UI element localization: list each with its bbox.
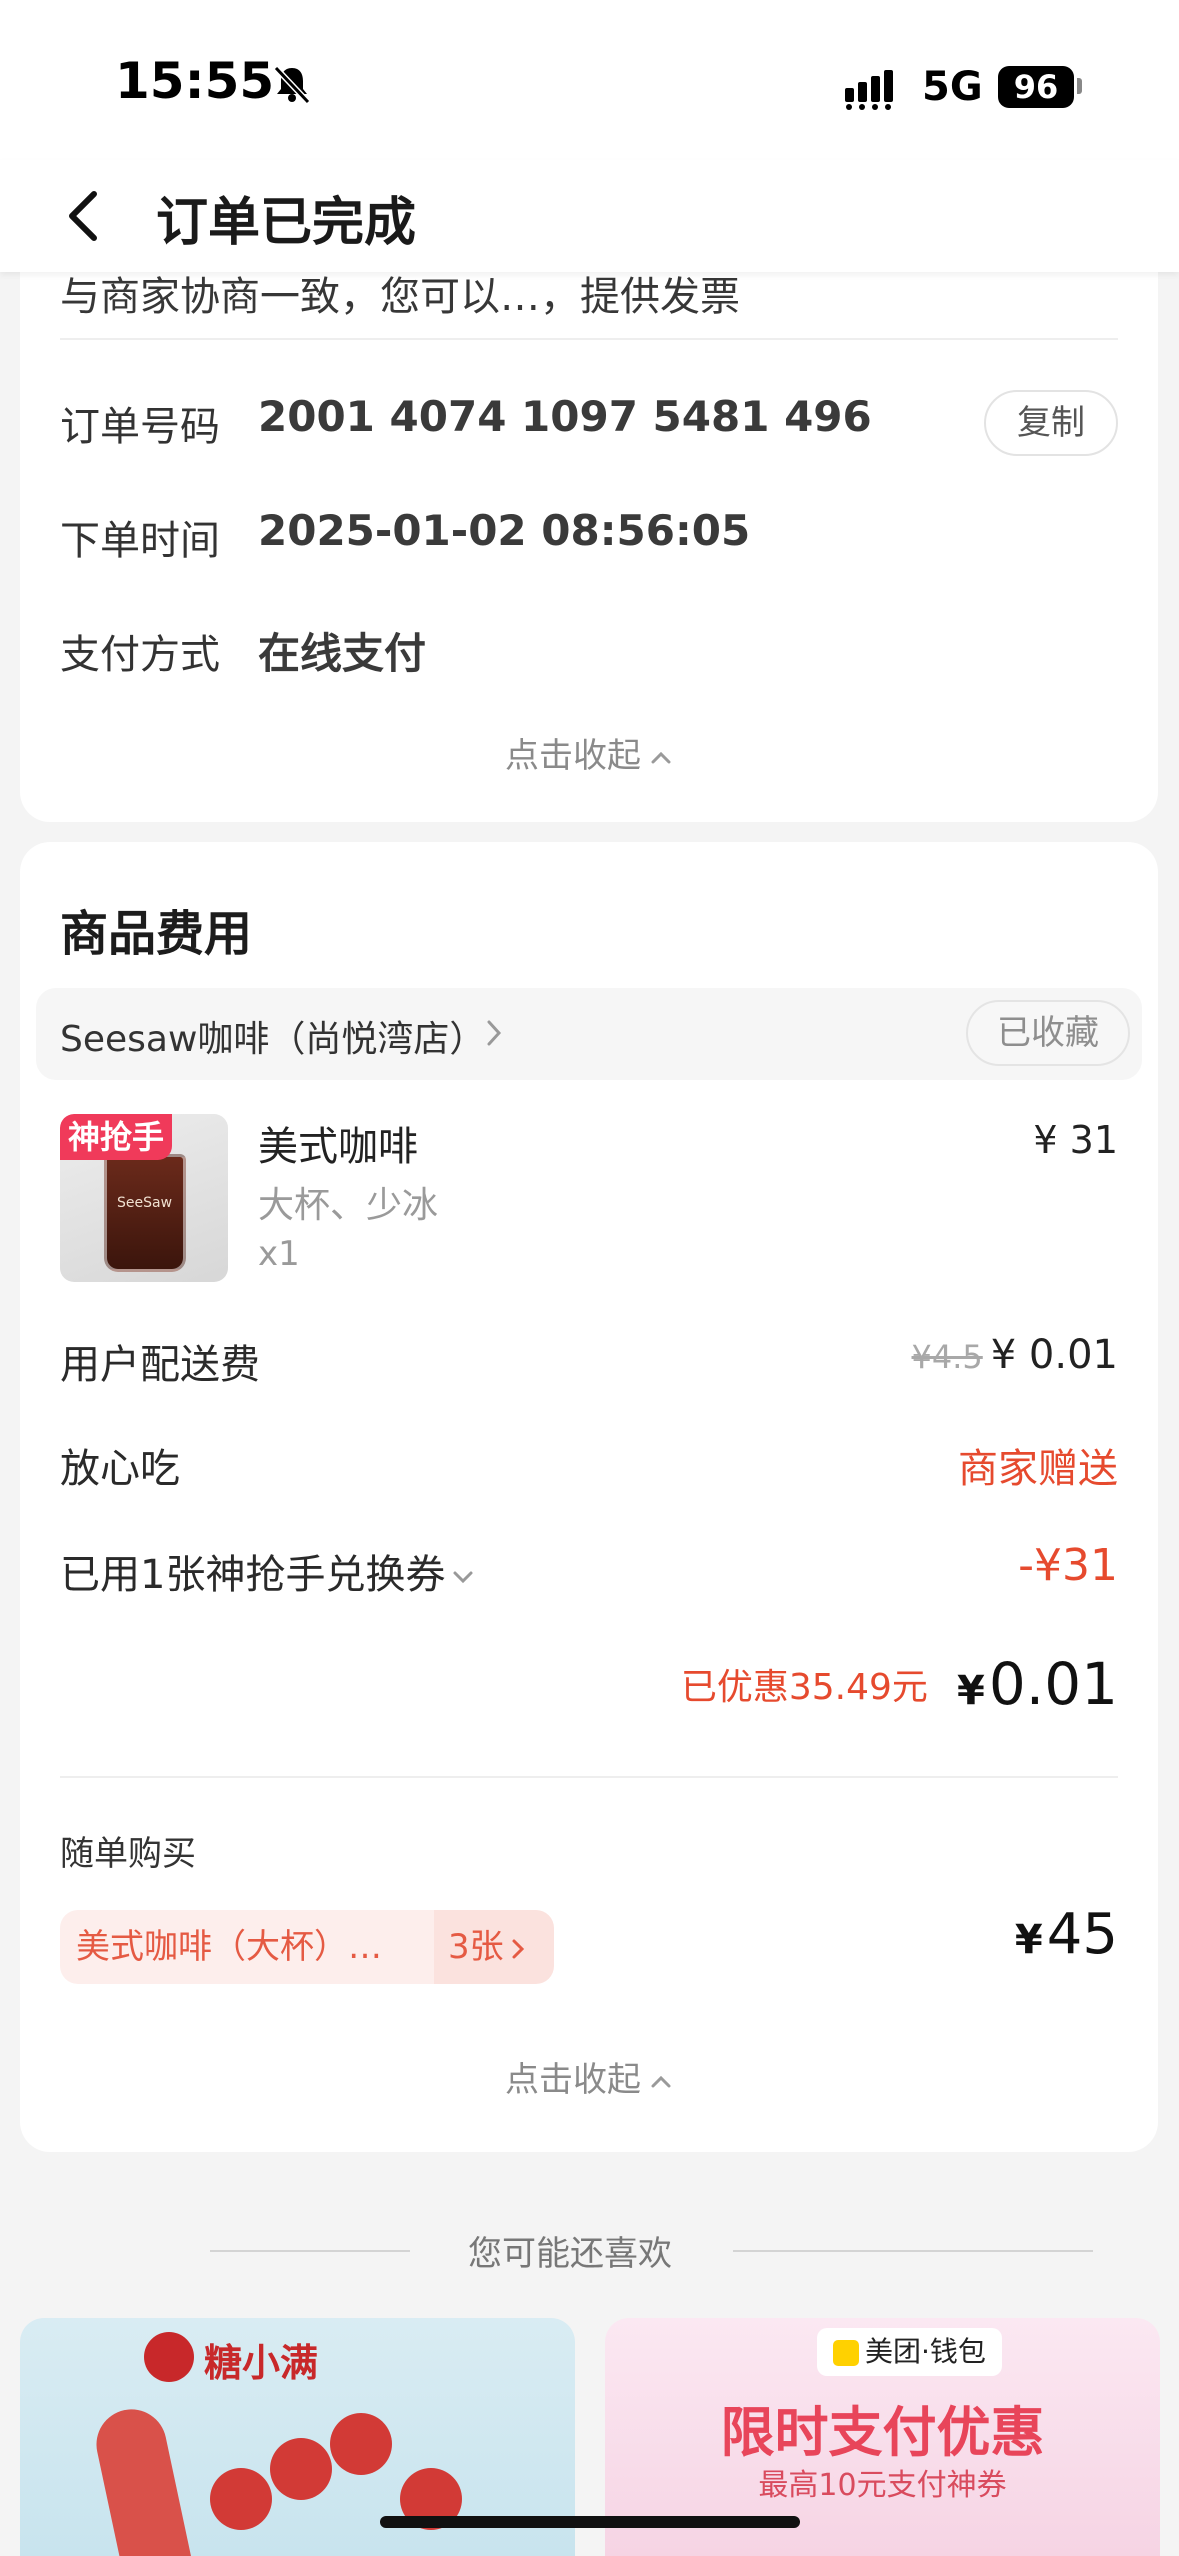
chevron-right-icon bbox=[487, 1020, 502, 1046]
chevron-down-icon bbox=[453, 1571, 473, 1584]
pay-method-label: 支付方式 bbox=[60, 632, 220, 678]
fees-card: 商品费用 Seesaw咖啡（尚悦湾店） 已收藏 SeeSaw 神抢手 美式咖啡 … bbox=[20, 842, 1158, 2152]
addon-price-value: 45 bbox=[1046, 1902, 1118, 1967]
nav-bar: 订单已完成 bbox=[0, 160, 1179, 272]
addon-item[interactable]: 美式咖啡（大杯）… bbox=[60, 1910, 434, 1984]
coupon-value: -¥31 bbox=[1018, 1540, 1118, 1591]
assurance-label: 放心吃 bbox=[60, 1446, 180, 1492]
collapse-label: 点击收起 bbox=[505, 736, 641, 776]
delivery-fee: ¥4.5 ¥ 0.01 bbox=[912, 1332, 1118, 1378]
total-line: 已优惠35.49元 ¥0.01 bbox=[681, 1650, 1118, 1718]
total-price: ¥0.01 bbox=[957, 1650, 1118, 1718]
status-bar: 15:55 5G 96 bbox=[0, 0, 1179, 160]
order-time-value: 2025-01-02 08:56:05 bbox=[258, 506, 751, 555]
home-indicator bbox=[380, 2516, 800, 2528]
chevron-right-icon bbox=[512, 1939, 524, 1958]
collapse-label: 点击收起 bbox=[505, 2060, 641, 2100]
total-value: 0.01 bbox=[988, 1650, 1118, 1718]
delivery-price: ¥ 0.01 bbox=[990, 1332, 1118, 1378]
chevron-up-icon bbox=[651, 2075, 671, 2087]
divider bbox=[60, 338, 1118, 340]
tanghulu-image bbox=[89, 2402, 201, 2556]
signal-icon bbox=[845, 70, 893, 110]
section-title: 商品费用 bbox=[60, 906, 253, 962]
store-bar: Seesaw咖啡（尚悦湾店） 已收藏 bbox=[36, 988, 1142, 1080]
fruit-image bbox=[270, 2438, 332, 2500]
bell-muted-icon bbox=[273, 65, 311, 105]
wallet-tag: 美团·钱包 bbox=[817, 2328, 1002, 2376]
coupon-label: 已用1张神抢手兑换券 bbox=[60, 1552, 446, 1598]
addon-yen: ¥ bbox=[1014, 1917, 1043, 1963]
addon-count[interactable]: 3张 bbox=[434, 1910, 554, 1984]
divider bbox=[60, 1776, 1118, 1778]
addon-price: ¥45 bbox=[1015, 1902, 1118, 1967]
battery-tip bbox=[1077, 78, 1082, 94]
promo-badge: 神抢手 bbox=[60, 1114, 173, 1160]
fruit-image bbox=[330, 2413, 392, 2475]
order-time-label: 下单时间 bbox=[60, 518, 220, 564]
collapse-toggle[interactable]: 点击收起 bbox=[20, 2052, 1158, 2101]
total-yen: ¥ bbox=[957, 1668, 985, 1714]
addon-count-label: 3张 bbox=[448, 1927, 504, 1967]
delivery-original-price: ¥4.5 bbox=[911, 1338, 983, 1376]
partial-text: 与商家协商一致，您可以…，提供发票 bbox=[60, 274, 740, 320]
back-icon[interactable] bbox=[56, 182, 116, 250]
product-spec: 大杯、少冰 bbox=[258, 1185, 439, 1226]
chevron-up-icon bbox=[651, 751, 671, 763]
meituan-logo-icon bbox=[833, 2340, 859, 2366]
promo-subtitle: 最高10元支付神券 bbox=[758, 2468, 1007, 2503]
product-image[interactable]: SeeSaw 神抢手 bbox=[60, 1114, 228, 1282]
copy-button[interactable]: 复制 bbox=[984, 390, 1118, 456]
page-title: 订单已完成 bbox=[156, 193, 417, 253]
coupon-row[interactable]: 已用1张神抢手兑换券 bbox=[60, 1542, 475, 1600]
product-price: ¥ 31 bbox=[1033, 1118, 1118, 1162]
cup-logo: SeeSaw bbox=[117, 1195, 173, 1211]
fruit-image bbox=[210, 2468, 272, 2530]
brand-logo-icon bbox=[144, 2332, 194, 2382]
collapse-toggle[interactable]: 点击收起 bbox=[20, 728, 1158, 777]
store-name-link[interactable]: Seesaw咖啡（尚悦湾店） bbox=[60, 1010, 485, 1062]
divider bbox=[733, 2250, 1093, 2252]
promo-title: 限时支付优惠 bbox=[720, 2401, 1045, 2464]
promo-brand-name: 糖小满 bbox=[204, 2341, 319, 2385]
wallet-tag-label: 美团·钱包 bbox=[865, 2335, 986, 2368]
favorited-button[interactable]: 已收藏 bbox=[966, 1000, 1130, 1066]
network-type: 5G bbox=[922, 64, 983, 110]
product-qty: x1 bbox=[258, 1234, 300, 1274]
order-no-value: 2001 4074 1097 5481 496 bbox=[258, 392, 872, 441]
addon-title: 随单购买 bbox=[60, 1834, 196, 1874]
order-no-label: 订单号码 bbox=[60, 404, 220, 450]
status-time: 15:55 bbox=[115, 52, 275, 110]
pay-method-value: 在线支付 bbox=[258, 629, 427, 678]
assurance-value: 商家赠送 bbox=[958, 1446, 1118, 1492]
delivery-fee-label: 用户配送费 bbox=[60, 1342, 260, 1388]
battery-icon: 96 bbox=[998, 66, 1074, 108]
order-info-card: 与商家协商一致，您可以…，提供发票 订单号码 2001 4074 1097 54… bbox=[20, 230, 1158, 822]
coffee-cup-image: SeeSaw bbox=[104, 1154, 186, 1272]
discount-text: 已优惠35.49元 bbox=[680, 1667, 928, 1708]
product-name: 美式咖啡 bbox=[258, 1124, 418, 1170]
